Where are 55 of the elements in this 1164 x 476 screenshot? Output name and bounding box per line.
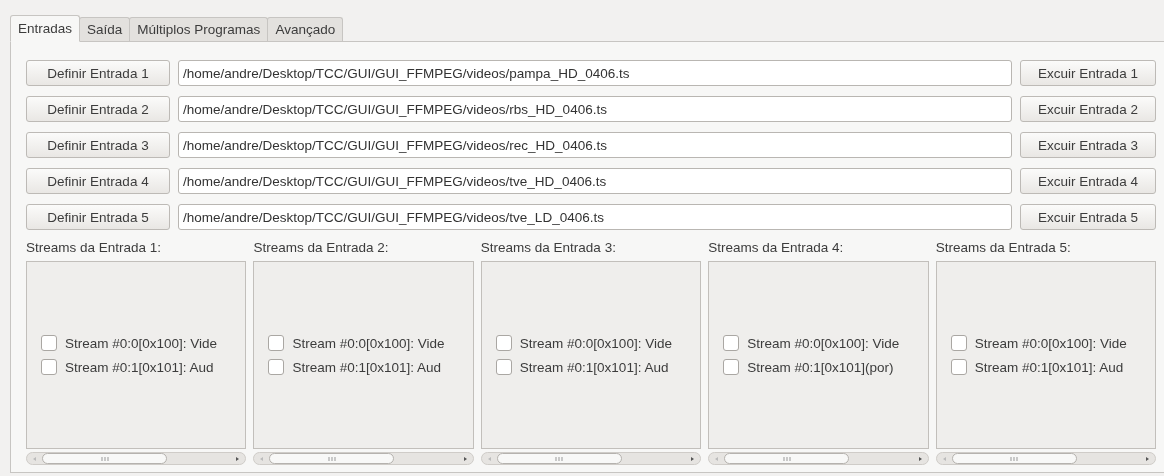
tab[interactable]: Avançado xyxy=(267,17,344,41)
checkbox[interactable] xyxy=(41,335,57,351)
checkbox[interactable] xyxy=(723,335,740,351)
remove-input-button[interactable]: Excuir Entrada 5 xyxy=(1020,204,1156,230)
stream-label: Stream #0:1[0x101]: Aud xyxy=(974,359,1124,375)
horizontal-scrollbar[interactable] xyxy=(26,452,247,465)
checkbox[interactable] xyxy=(950,335,967,351)
scrollbar-thumb[interactable] xyxy=(496,453,622,464)
streams-label: Streams da Entrada 3: xyxy=(480,239,617,257)
remove-input-button[interactable]: Excuir Entrada 2 xyxy=(1020,96,1156,122)
stream-label: Stream #0:1[0x101]: Aud xyxy=(292,359,441,375)
streams-label: Streams da Entrada 1: xyxy=(26,239,163,257)
path-field[interactable]: /home/andre/Desktop/TCC/GUI/GUI_FFMPEG/videos/rbs_HD_0406.ts xyxy=(178,96,1012,122)
define-input-button[interactable]: Definir Entrada 1 xyxy=(26,60,170,86)
define-input-button[interactable]: Definir Entrada 4 xyxy=(26,168,170,194)
streams-label: Streams da Entrada 4: xyxy=(708,239,845,257)
path-field[interactable]: /home/andre/Desktop/TCC/GUI/GUI_FFMPEG/videos/pampa_HD_0406.ts xyxy=(178,60,1012,86)
stream-label: Stream #0:0[0x100]: Vide xyxy=(292,335,445,351)
stream-label: Stream #0:0[0x100]: Vide xyxy=(747,335,900,351)
path-field[interactable]: /home/andre/Desktop/TCC/GUI/GUI_FFMPEG/videos/rec_HD_0406.ts xyxy=(178,132,1012,158)
define-input-button[interactable]: Definir Entrada 2 xyxy=(26,96,170,122)
stream-label: Stream #0:1[0x101](por) xyxy=(747,359,894,375)
horizontal-scrollbar[interactable] xyxy=(253,452,474,465)
tab[interactable]: Saída xyxy=(79,17,131,41)
stream-label: Stream #0:0[0x100]: Vide xyxy=(519,335,672,351)
checkbox[interactable] xyxy=(723,359,740,375)
scrollbar-thumb[interactable] xyxy=(724,453,850,464)
left-arrow-icon[interactable] xyxy=(31,454,39,463)
stream-label: Stream #0:0[0x100]: Vide xyxy=(65,335,218,351)
horizontal-scrollbar[interactable] xyxy=(935,452,1157,465)
streams-label: Streams da Entrada 5: xyxy=(935,239,1072,257)
horizontal-scrollbar[interactable] xyxy=(480,452,702,465)
checkbox[interactable] xyxy=(268,359,285,375)
checkbox[interactable] xyxy=(495,335,512,351)
checkbox[interactable] xyxy=(41,359,57,375)
tab[interactable]: Múltiplos Programas xyxy=(129,17,269,41)
checkbox[interactable] xyxy=(495,359,512,375)
scrollbar-thumb[interactable] xyxy=(42,453,167,464)
checkbox[interactable] xyxy=(268,335,285,351)
tab[interactable]: Entradas xyxy=(10,15,81,42)
path-field[interactable]: /home/andre/Desktop/TCC/GUI/GUI_FFMPEG/videos/tve_LD_0406.ts xyxy=(178,204,1012,230)
stream-label: Stream #0:0[0x100]: Vide xyxy=(974,335,1127,351)
scrollbar-thumb[interactable] xyxy=(951,453,1077,464)
horizontal-scrollbar[interactable] xyxy=(708,452,929,465)
checkbox[interactable] xyxy=(950,359,967,375)
remove-input-button[interactable]: Excuir Entrada 1 xyxy=(1020,60,1156,86)
remove-input-button[interactable]: Excuir Entrada 3 xyxy=(1020,132,1156,158)
path-field[interactable]: /home/andre/Desktop/TCC/GUI/GUI_FFMPEG/videos/tve_HD_0406.ts xyxy=(178,168,1012,194)
remove-input-button[interactable]: Excuir Entrada 4 xyxy=(1020,168,1156,194)
define-input-button[interactable]: Definir Entrada 5 xyxy=(26,204,170,230)
stream-label: Stream #0:1[0x101]: Aud xyxy=(519,359,669,375)
stream-label: Stream #0:1[0x101]: Aud xyxy=(65,359,214,375)
define-input-button[interactable]: Definir Entrada 3 xyxy=(26,132,170,158)
streams-label: Streams da Entrada 2: xyxy=(253,239,390,257)
scrollbar-thumb[interactable] xyxy=(269,453,395,464)
